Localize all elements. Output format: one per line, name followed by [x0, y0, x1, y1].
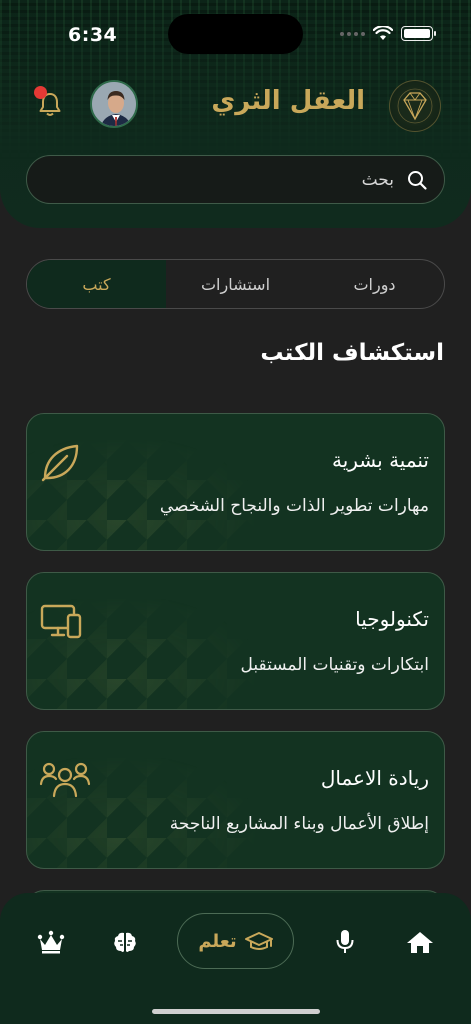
card-subtitle: إطلاق الأعمال وبناء المشاريع الناجحة [169, 814, 429, 834]
learn-label: تعلم [198, 930, 237, 952]
card-title: تنمية بشرية [331, 448, 429, 472]
category-list: تنمية بشرية مهارات تطوير الذات والنجاح ا… [26, 413, 445, 931]
card-subtitle: ابتكارات وتقنيات المستقبل [240, 655, 429, 675]
home-icon [407, 932, 433, 953]
nav-crown[interactable] [36, 927, 66, 957]
search-icon[interactable] [406, 169, 428, 191]
battery-icon [401, 26, 436, 41]
nav-brain[interactable] [110, 927, 140, 957]
leaf-icon [41, 444, 79, 482]
category-card-entrepreneurship[interactable]: ريادة الاعمال إطلاق الأعمال وبناء المشار… [26, 731, 445, 869]
diamond-icon [397, 88, 433, 124]
home-indicator [152, 1009, 320, 1014]
dynamic-island [168, 14, 303, 54]
search-input[interactable] [43, 169, 394, 190]
notification-badge [34, 86, 47, 99]
graduation-cap-icon [244, 932, 273, 950]
tab-courses[interactable]: دورات [305, 260, 444, 308]
microphone-icon [336, 930, 354, 953]
tab-books[interactable]: كتب [27, 260, 166, 308]
card-subtitle: مهارات تطوير الذات والنجاح الشخصي [159, 496, 429, 516]
nav-home[interactable] [405, 927, 435, 957]
bottom-navigation: تعلم [0, 893, 471, 1024]
app-title: العقل الثري [211, 86, 365, 116]
category-card-technology[interactable]: تكنولوجيا ابتكارات وتقنيات المستقبل [26, 572, 445, 710]
category-tabs: كتب استشارات دورات [26, 259, 445, 309]
team-icon [39, 762, 91, 798]
card-title: تكنولوجيا [355, 607, 429, 631]
status-time: 6:34 [68, 24, 118, 46]
app-logo[interactable] [389, 80, 441, 132]
search-bar[interactable] [26, 155, 445, 204]
section-title: استكشاف الكتب [260, 340, 444, 366]
brain-icon [114, 932, 136, 952]
category-card-self-development[interactable]: تنمية بشرية مهارات تطوير الذات والنجاح ا… [26, 413, 445, 551]
nav-microphone[interactable] [330, 927, 360, 957]
nav-learn[interactable]: تعلم [177, 913, 294, 969]
signal-icon [340, 31, 365, 36]
avatar[interactable] [90, 80, 138, 128]
tab-consultations[interactable]: استشارات [166, 260, 305, 308]
devices-icon [40, 604, 82, 639]
card-title: ريادة الاعمال [320, 766, 429, 790]
wifi-icon [373, 26, 393, 40]
crown-icon [37, 930, 65, 954]
status-icons [340, 26, 436, 41]
